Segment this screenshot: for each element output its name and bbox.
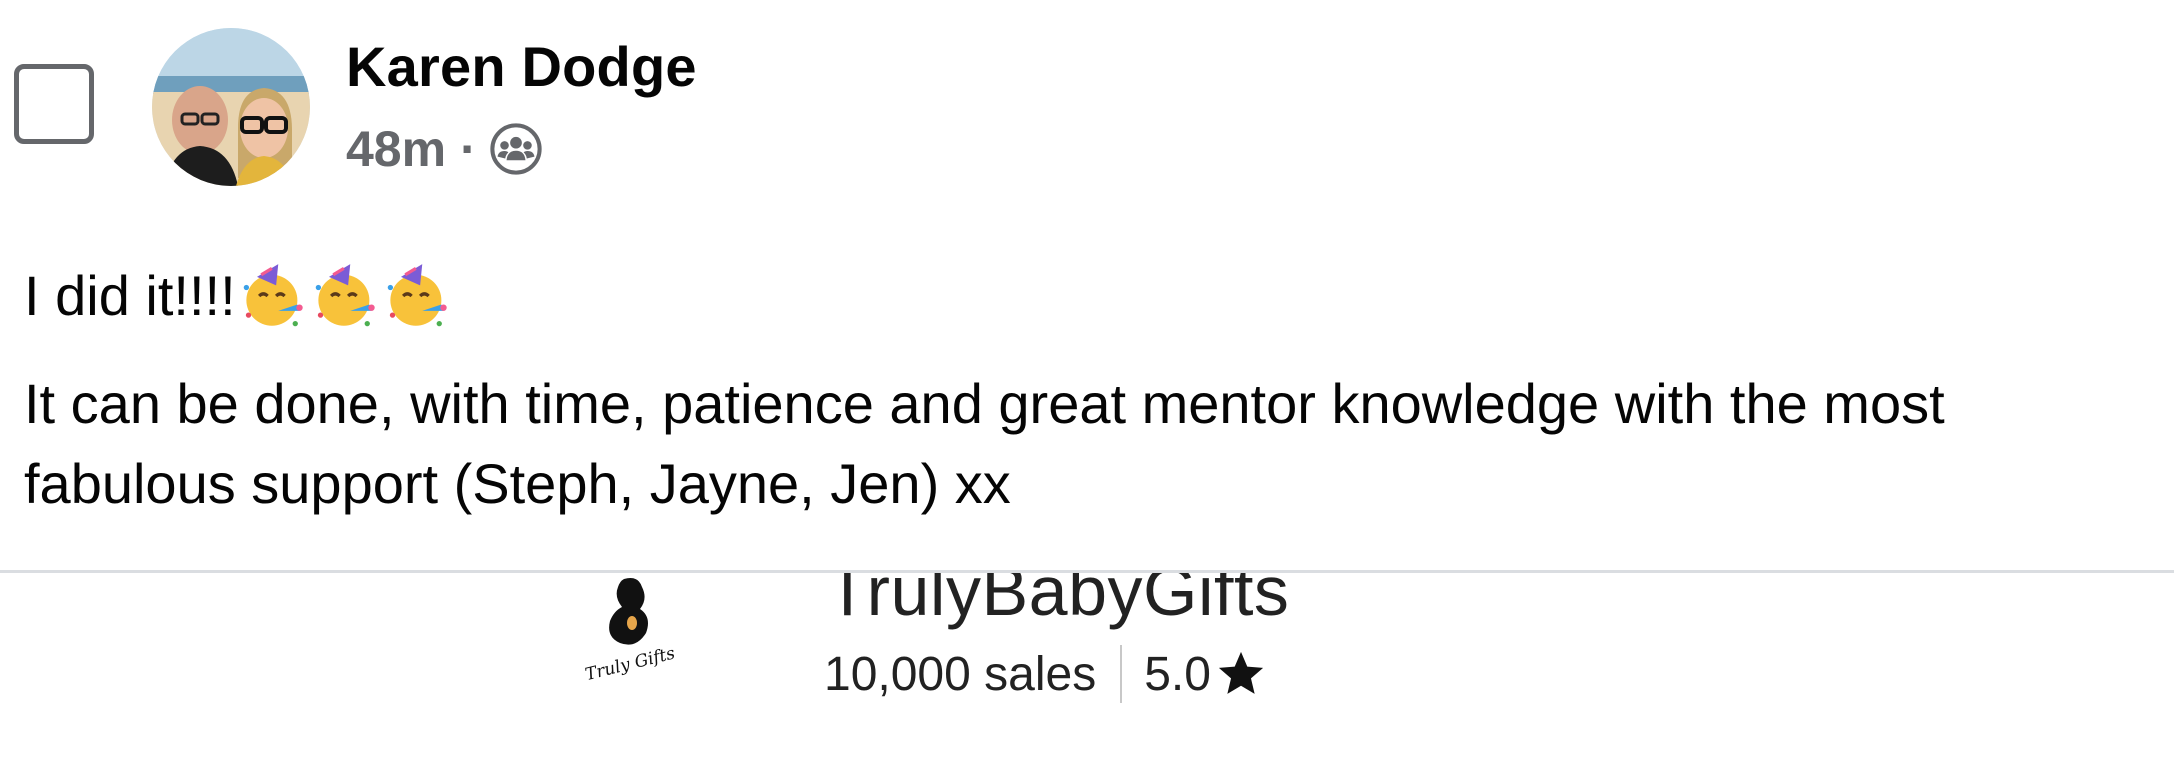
avatar-photo [152, 28, 310, 186]
shop-stats: 10,000 sales 5.0 [824, 639, 1267, 709]
select-checkbox[interactable] [14, 64, 94, 144]
star-icon [1215, 648, 1267, 700]
partying-face-icon [240, 262, 308, 330]
post-timestamp[interactable]: 48m [346, 120, 446, 178]
partying-face-icon [384, 262, 452, 330]
post-body: I did it!!!! It can be done, with time, … [24, 256, 2164, 524]
stats-divider [1120, 645, 1123, 703]
avatar[interactable] [152, 28, 310, 186]
author-name[interactable]: Karen Dodge [346, 34, 697, 99]
shop-name[interactable]: TrulyBabyGifts [826, 573, 1289, 631]
feed-post: Karen Dodge 48m · I did it!!!! It can be… [0, 0, 2174, 764]
shop-logo-text: Truly Gifts [583, 643, 677, 683]
partying-face-icon [312, 262, 380, 330]
shop-rating: 5.0 [1144, 647, 1211, 701]
post-headline: I did it!!!! [24, 264, 236, 327]
post-meta: 48m · [346, 116, 543, 182]
meta-separator: · [460, 121, 477, 177]
shop-logo: Truly Gifts [576, 573, 686, 683]
post-text-line1: I did it!!!! [24, 256, 2164, 336]
shop-card[interactable]: Truly Gifts TrulyBabyGifts 10,000 sales … [0, 573, 2174, 764]
group-icon[interactable] [489, 122, 543, 176]
shop-sales: 10,000 sales [824, 647, 1097, 701]
post-text-body: It can be done, with time, patience and … [24, 372, 1945, 515]
